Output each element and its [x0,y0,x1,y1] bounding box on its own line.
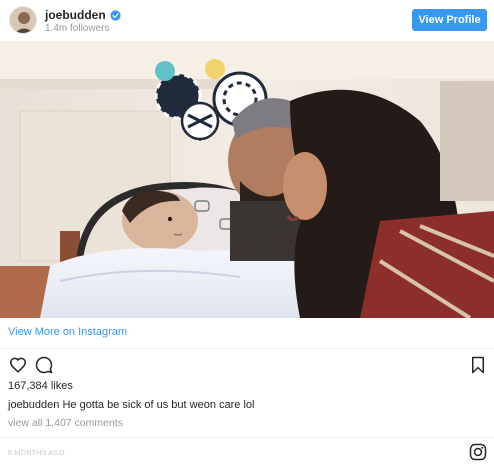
caption-text: He gotta be sick of us but weon care lol [62,399,255,411]
follower-count: 1.4m followers [45,23,110,34]
verified-badge-icon [110,9,121,21]
bookmark-icon[interactable] [469,356,487,374]
divider [0,348,494,349]
avatar[interactable] [9,6,37,34]
view-comments-link[interactable]: view all 1,407 comments [8,417,123,429]
caption: joebudden He gotta be sick of us but weo… [8,399,254,411]
view-more-link[interactable]: View More on Instagram [8,326,127,338]
instagram-logo-icon[interactable] [469,443,487,461]
post-timestamp: 6 MONTHS AGO [8,450,65,457]
username[interactable]: joebudden [45,8,106,22]
divider [0,437,494,438]
instagram-embed-card: joebudden 1.4m followers View Profile Vi… [0,0,494,466]
view-profile-button[interactable]: View Profile [412,9,487,31]
caption-username[interactable]: joebudden [8,399,59,411]
comment-icon[interactable] [35,356,53,374]
username-row: joebudden [45,8,121,22]
like-count[interactable]: 167,384 likes [8,380,73,392]
post-header: joebudden 1.4m followers View Profile [0,0,494,41]
post-photo[interactable] [0,41,494,318]
heart-icon[interactable] [9,356,27,374]
